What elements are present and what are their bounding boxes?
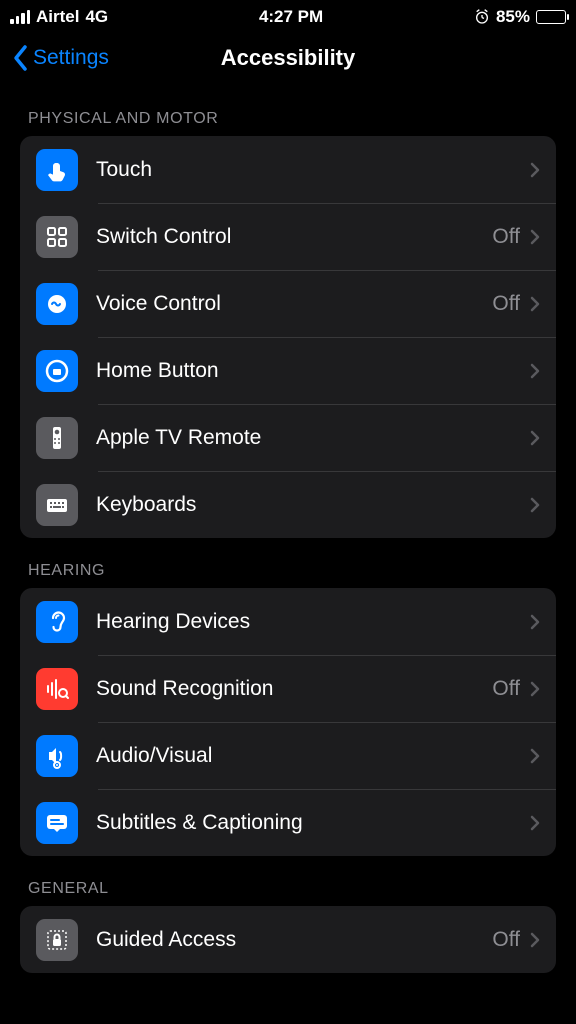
settings-list: TouchSwitch ControlOffVoice ControlOffHo… — [20, 136, 556, 538]
row-label: Audio/Visual — [96, 744, 530, 768]
carrier-label: Airtel — [36, 7, 79, 27]
chevron-right-icon — [530, 932, 540, 948]
back-button[interactable]: Settings — [12, 44, 109, 72]
row-label: Guided Access — [96, 928, 492, 952]
row-label: Home Button — [96, 359, 530, 383]
row-hearing-devices[interactable]: Hearing Devices — [20, 588, 556, 655]
row-value: Off — [492, 928, 520, 952]
status-bar: Airtel 4G 4:27 PM 85% — [0, 0, 576, 30]
alarm-icon — [474, 9, 490, 25]
keyboard-icon — [36, 484, 78, 526]
chevron-right-icon — [530, 815, 540, 831]
section-header: HEARING — [0, 538, 576, 588]
row-label: Apple TV Remote — [96, 426, 530, 450]
chevron-right-icon — [530, 614, 540, 630]
chevron-right-icon — [530, 363, 540, 379]
row-home-button[interactable]: Home Button — [20, 337, 556, 404]
av-icon — [36, 735, 78, 777]
cc-icon — [36, 802, 78, 844]
lock-icon — [36, 919, 78, 961]
chevron-right-icon — [530, 296, 540, 312]
chevron-right-icon — [530, 748, 540, 764]
row-label: Switch Control — [96, 225, 492, 249]
row-switch-control[interactable]: Switch ControlOff — [20, 203, 556, 270]
back-label: Settings — [33, 46, 109, 70]
grid-icon — [36, 216, 78, 258]
chevron-right-icon — [530, 162, 540, 178]
row-audio-visual[interactable]: Audio/Visual — [20, 722, 556, 789]
settings-list: Guided AccessOff — [20, 906, 556, 973]
sound-icon — [36, 668, 78, 710]
row-label: Sound Recognition — [96, 677, 492, 701]
nav-bar: Settings Accessibility — [0, 30, 576, 86]
row-label: Subtitles & Captioning — [96, 811, 530, 835]
ear-icon — [36, 601, 78, 643]
section-header: PHYSICAL AND MOTOR — [0, 86, 576, 136]
chevron-right-icon — [530, 497, 540, 513]
touch-icon — [36, 149, 78, 191]
clock: 4:27 PM — [259, 7, 323, 27]
battery-icon — [536, 10, 566, 24]
network-label: 4G — [85, 7, 108, 27]
row-label: Voice Control — [96, 292, 492, 316]
row-guided-access[interactable]: Guided AccessOff — [20, 906, 556, 973]
row-keyboards[interactable]: Keyboards — [20, 471, 556, 538]
signal-bars-icon — [10, 10, 30, 24]
row-sound-recognition[interactable]: Sound RecognitionOff — [20, 655, 556, 722]
row-label: Keyboards — [96, 493, 530, 517]
row-value: Off — [492, 677, 520, 701]
row-label: Touch — [96, 158, 530, 182]
chevron-right-icon — [530, 681, 540, 697]
home-icon — [36, 350, 78, 392]
chevron-right-icon — [530, 229, 540, 245]
section-header: GENERAL — [0, 856, 576, 906]
chevron-right-icon — [530, 430, 540, 446]
row-touch[interactable]: Touch — [20, 136, 556, 203]
settings-list: Hearing Devices Sound RecognitionOff Audio… — [20, 588, 556, 856]
voice-icon — [36, 283, 78, 325]
row-voice-control[interactable]: Voice ControlOff — [20, 270, 556, 337]
battery-pct: 85% — [496, 7, 530, 27]
remote-icon — [36, 417, 78, 459]
row-label: Hearing Devices — [96, 610, 530, 634]
row-value: Off — [492, 292, 520, 316]
row-apple-tv-remote[interactable]: Apple TV Remote — [20, 404, 556, 471]
row-subtitles-captioning[interactable]: Subtitles & Captioning — [20, 789, 556, 856]
row-value: Off — [492, 225, 520, 249]
